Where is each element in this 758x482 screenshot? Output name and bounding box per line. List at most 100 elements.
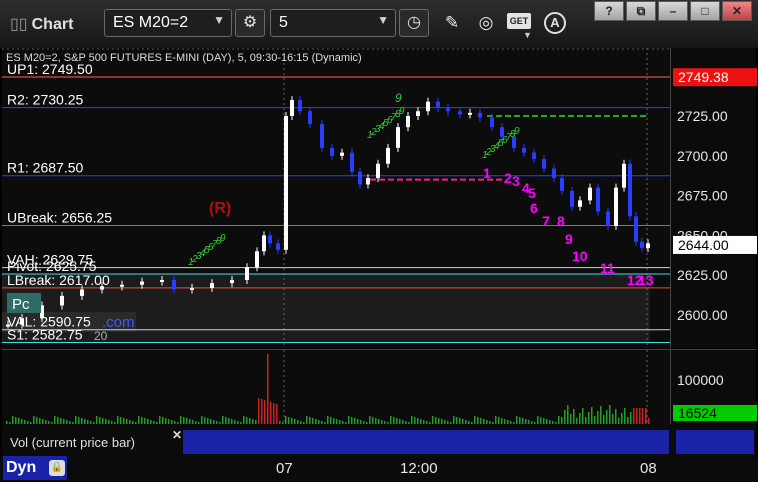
symbol-select[interactable]: ES M20=2 ▼: [104, 9, 232, 37]
volume-bar: [567, 405, 569, 424]
volume-bar: [453, 416, 455, 424]
dynamic-status[interactable]: Dyn 🔒: [3, 456, 67, 480]
time-label-08: 08: [640, 460, 657, 477]
candle-body: [268, 235, 272, 244]
chevron-down-icon: ▼: [213, 13, 225, 27]
candle-body: [478, 112, 482, 118]
volume-bar: [600, 406, 602, 424]
get-icon[interactable]: GET: [507, 13, 531, 29]
pencil-icon[interactable]: ✎: [440, 12, 464, 34]
level-label-6: LBreak: 2617.00: [7, 272, 110, 288]
candle-body: [406, 116, 410, 128]
volume-bar: [222, 416, 224, 424]
volume-bar: [558, 416, 560, 424]
volume-bar: [432, 416, 434, 424]
interval-select[interactable]: 5 ▼: [270, 9, 396, 37]
lock-icon[interactable]: 🔒: [49, 460, 65, 476]
volume-bar: [612, 414, 614, 424]
dynamic-label: Dyn: [6, 459, 37, 476]
chevron-down-icon: ▼: [377, 13, 389, 27]
volume-bar: [582, 408, 584, 424]
volume-bar: [180, 416, 182, 424]
volume-bar: [15, 417, 17, 424]
volume-bar: [570, 414, 572, 424]
volume-bar: [204, 417, 206, 424]
volume-bar: [306, 416, 308, 424]
interval-value: 5: [279, 14, 288, 31]
chevron-down-icon[interactable]: ▼: [523, 30, 532, 40]
indicator-icon[interactable]: ◎: [474, 12, 498, 34]
price-chart-canvas[interactable]: UP1: 2749.50R2: 2730.25R1: 2687.50UBreak…: [2, 48, 670, 348]
candle-body: [552, 168, 556, 179]
setup-count-3: 3: [512, 173, 520, 189]
volume-bar: [630, 412, 632, 424]
volume-bar: [246, 417, 248, 424]
help-button[interactable]: ?: [594, 1, 624, 21]
volume-bar: [258, 398, 260, 424]
volume-bar: [474, 416, 476, 424]
setup-count-9: 9: [565, 231, 573, 247]
maximize-button[interactable]: □: [690, 1, 720, 21]
candle-body: [262, 235, 266, 252]
candle-body: [350, 152, 354, 172]
buy-setup-label: 9: [395, 91, 402, 105]
volume-bar: [615, 409, 617, 424]
up1-price-text: 2749.38: [678, 69, 729, 85]
volume-bar: [606, 410, 608, 424]
pc-label: Pc: [12, 296, 30, 313]
volume-bar: [36, 417, 38, 424]
candle-body: [276, 243, 280, 250]
price-axis[interactable]: 2725.00 2700.00 2675.00 2650.00 2625.00 2600.…: [670, 48, 757, 348]
minimize-button[interactable]: –: [658, 1, 688, 21]
candle-body: [532, 152, 536, 159]
grip-icon[interactable]: ▯▯: [10, 16, 28, 33]
alert-icon[interactable]: A: [544, 12, 566, 34]
close-button[interactable]: ✕: [722, 1, 752, 21]
volume-bar: [201, 416, 203, 424]
volume-bar: [645, 408, 647, 424]
volume-bar: [288, 417, 290, 424]
volume-bar: [393, 417, 395, 424]
chart-window: ▯▯ Chart ES M20=2 ▼ ⚙ 5 ▼ ◷ ✎ ◎ GET ▼ A ? ⧉…: [0, 0, 758, 482]
volume-bar: [369, 416, 371, 424]
volume-bar: [273, 403, 275, 424]
time-label-1200: 12:00: [400, 460, 438, 477]
green-count-2-9: 9: [514, 126, 520, 137]
volume-indicator-label[interactable]: Vol (current price bar): [4, 432, 180, 454]
candle-body: [330, 147, 334, 156]
candle-body: [614, 187, 618, 226]
volume-chart[interactable]: [2, 349, 670, 425]
candle-body: [578, 200, 582, 207]
clock-button[interactable]: ◷: [399, 9, 429, 37]
volume-bar: [519, 417, 521, 424]
close-icon[interactable]: ✕: [172, 428, 182, 442]
price-axis-canvas: 2725.002700.002675.002650.002625.002600.…: [673, 68, 757, 323]
candle-body: [290, 100, 294, 116]
volume-bar: [540, 417, 542, 424]
volume-bar: [309, 417, 311, 424]
volume-axis-canvas: 100000 16524: [673, 372, 757, 421]
price-chart[interactable]: UP1: 2749.50 R2: 2730.25 R1: 2687.50 UBreak…: [2, 48, 670, 348]
candle-body: [396, 127, 400, 148]
candle-body: [386, 147, 390, 164]
volume-bar: [411, 416, 413, 424]
volume-bar: [633, 408, 635, 424]
candle-body: [160, 279, 164, 282]
volume-axis-tick: 100000: [677, 372, 724, 388]
volume-bar: [579, 413, 581, 424]
candle-body: [190, 287, 194, 290]
green-count-0-9: 9: [220, 233, 226, 244]
volume-bar: [162, 417, 164, 424]
candle-body: [366, 178, 370, 185]
candle-body: [542, 158, 546, 169]
last-price-text: 2644.00: [678, 237, 729, 253]
candle-body: [596, 187, 600, 212]
volume-bar: [12, 416, 14, 424]
candle-body: [646, 243, 650, 249]
volume-bar: [561, 417, 563, 424]
settings-button[interactable]: ⚙: [235, 9, 265, 37]
restore-button[interactable]: ⧉: [626, 1, 656, 21]
candle-body: [60, 295, 64, 306]
small-label: 20: [94, 329, 108, 343]
window-title[interactable]: ▯▯ Chart: [10, 14, 73, 34]
